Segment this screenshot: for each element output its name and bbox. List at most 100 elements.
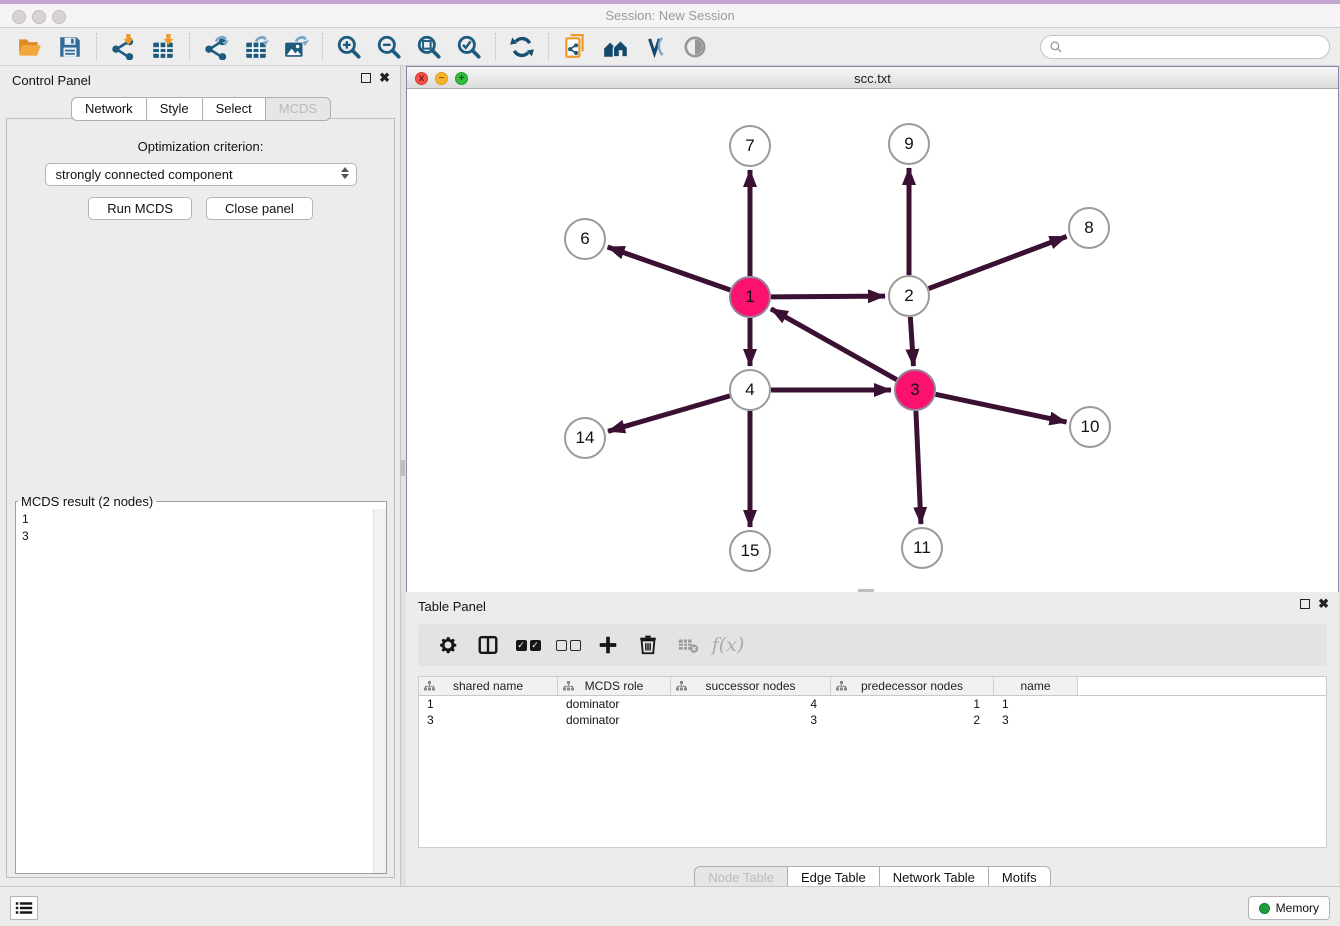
table-cell: 4: [671, 696, 831, 712]
close-table-panel-icon[interactable]: ✖: [1318, 599, 1329, 609]
column-header-MCDS-role[interactable]: MCDS role: [558, 677, 671, 695]
add-column-button[interactable]: [590, 628, 626, 662]
column-header-shared-name[interactable]: shared name: [419, 677, 558, 695]
save-session-button[interactable]: [50, 31, 90, 63]
settings-icon: [437, 634, 459, 656]
toolbar-separator: [96, 33, 97, 61]
tab-network[interactable]: Network: [71, 97, 147, 121]
import-network-icon: [110, 34, 136, 60]
open-session-button[interactable]: [10, 31, 50, 63]
control-panel-header: Control Panel ✖: [0, 66, 400, 92]
optimization-criterion-select[interactable]: strongly connected component: [45, 163, 357, 186]
tab-mcds[interactable]: MCDS: [265, 97, 331, 121]
graph-node-6[interactable]: 6: [564, 218, 606, 260]
select-all-button[interactable]: ✓✓: [510, 628, 546, 662]
network-canvas[interactable]: 7 9 6 8 1 2 4 3 14 10 15 11: [407, 89, 1338, 592]
zoom-out-button[interactable]: [369, 31, 409, 63]
graph-node-7[interactable]: 7: [729, 125, 771, 167]
save-session-icon: [57, 34, 83, 60]
float-panel-icon[interactable]: [361, 73, 371, 83]
graph-node-14[interactable]: 14: [564, 417, 606, 459]
network-window-titlebar[interactable]: x − + scc.txt: [407, 67, 1338, 89]
zoom-selected-button[interactable]: [449, 31, 489, 63]
settings-button[interactable]: [430, 628, 466, 662]
deselect-all-icon: [556, 640, 581, 651]
export-image-button[interactable]: [276, 31, 316, 63]
result-line: 1: [22, 511, 380, 528]
column-type-icon: [836, 681, 847, 691]
edge-3-10[interactable]: [936, 394, 1067, 422]
table-cell: 1: [831, 696, 994, 712]
edge-1-6[interactable]: [608, 247, 731, 290]
edge-3-11[interactable]: [916, 411, 921, 524]
graph-node-1[interactable]: 1: [729, 276, 771, 318]
graph-node-15[interactable]: 15: [729, 530, 771, 572]
task-history-button[interactable]: [10, 896, 38, 920]
delete-column-button[interactable]: [630, 628, 666, 662]
search-input[interactable]: [1063, 37, 1329, 57]
table-cell: 3: [671, 712, 831, 728]
network-from-selection-button[interactable]: [555, 31, 595, 63]
edge-4-14[interactable]: [608, 396, 730, 431]
toolbar-separator: [322, 33, 323, 61]
graph-node-9[interactable]: 9: [888, 123, 930, 165]
graph-node-10[interactable]: 10: [1069, 406, 1111, 448]
tab-select[interactable]: Select: [202, 97, 266, 121]
graph-node-2[interactable]: 2: [888, 275, 930, 317]
edge-3-1[interactable]: [771, 309, 897, 380]
tab-style[interactable]: Style: [146, 97, 203, 121]
table-cell: 2: [831, 712, 994, 728]
import-network-button[interactable]: [103, 31, 143, 63]
main-toolbar: [0, 28, 1340, 66]
export-network-icon: [203, 34, 229, 60]
table-toolbar: ✓✓f(x): [418, 624, 1327, 666]
refresh-button[interactable]: [502, 31, 542, 63]
show-hide-button: [675, 31, 715, 63]
export-table-button[interactable]: [236, 31, 276, 63]
network-view-window: x − + scc.txt 7 9 6 8 1 2 4 3 14 10 15 11: [406, 66, 1339, 592]
deselect-all-button[interactable]: [550, 628, 586, 662]
show-hide-icon: [682, 34, 708, 60]
column-type-icon: [676, 681, 687, 691]
export-network-button[interactable]: [196, 31, 236, 63]
column-header-predecessor-nodes[interactable]: predecessor nodes: [831, 677, 994, 695]
table-cell: dominator: [558, 712, 671, 728]
close-panel-button[interactable]: Close panel: [206, 197, 313, 220]
mcds-result-list[interactable]: 13: [16, 509, 386, 873]
graph-node-8[interactable]: 8: [1068, 207, 1110, 249]
column-type-icon: [424, 681, 435, 691]
mcds-result-title: MCDS result (2 nodes): [18, 494, 156, 509]
graph-node-4[interactable]: 4: [729, 369, 771, 411]
table-cell: 3: [994, 712, 1078, 728]
column-header-successor-nodes[interactable]: successor nodes: [671, 677, 831, 695]
import-table-icon: [150, 34, 176, 60]
table-row[interactable]: 1dominator411: [419, 696, 1326, 712]
home-button[interactable]: [595, 31, 635, 63]
import-table-button[interactable]: [143, 31, 183, 63]
edge-1-2[interactable]: [771, 296, 885, 297]
mcds-tab-panel: Optimization criterion: strongly connect…: [6, 118, 395, 878]
graph-node-11[interactable]: 11: [901, 527, 943, 569]
table-row[interactable]: 3dominator323: [419, 712, 1326, 728]
vizmap-button[interactable]: [635, 31, 675, 63]
toolbar-separator: [548, 33, 549, 61]
zoom-out-icon: [376, 34, 402, 60]
vertical-splitter-handle[interactable]: [401, 460, 405, 476]
graph-node-3[interactable]: 3: [894, 369, 936, 411]
add-column-icon: [597, 634, 619, 656]
float-table-panel-icon[interactable]: [1300, 599, 1310, 609]
memory-button[interactable]: Memory: [1248, 896, 1330, 920]
run-mcds-button[interactable]: Run MCDS: [88, 197, 192, 220]
search-icon: [1049, 40, 1063, 54]
network-from-selection-icon: [562, 34, 588, 60]
split-view-button[interactable]: [470, 628, 506, 662]
export-image-icon: [283, 34, 309, 60]
edge-2-8[interactable]: [929, 236, 1067, 288]
zoom-in-button[interactable]: [329, 31, 369, 63]
close-panel-icon[interactable]: ✖: [379, 73, 390, 83]
result-scrollbar[interactable]: [373, 509, 386, 873]
home-icon: [602, 34, 628, 60]
zoom-fit-button[interactable]: [409, 31, 449, 63]
edge-2-3[interactable]: [910, 317, 913, 366]
column-header-name[interactable]: name: [994, 677, 1078, 695]
